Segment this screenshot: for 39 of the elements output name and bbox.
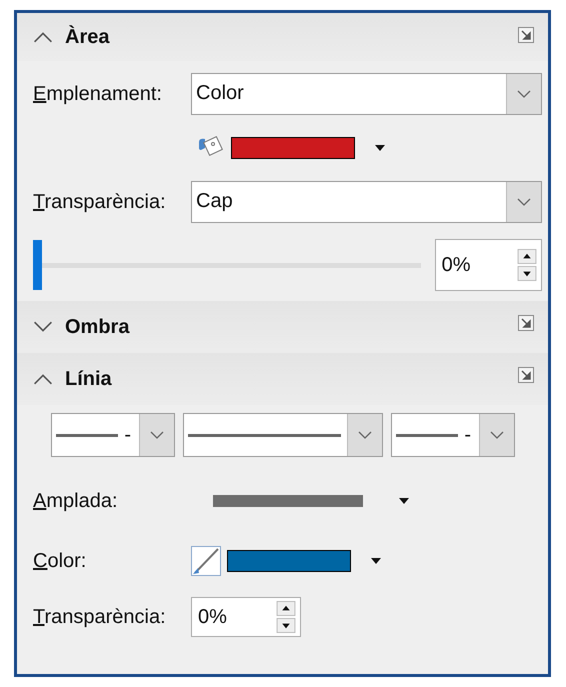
field-label: Emplenament: — [33, 82, 163, 106]
more-options-icon[interactable] — [518, 315, 534, 331]
pen-icon — [191, 546, 221, 576]
transparency-dropdown[interactable]: Cap — [191, 181, 542, 223]
fill-dropdown[interactable]: Color — [191, 73, 542, 115]
spin-field[interactable]: 0% — [191, 597, 301, 637]
chevron-down-icon — [517, 198, 531, 206]
spin-field[interactable]: 0% — [434, 239, 542, 291]
chevron-down-icon — [150, 431, 164, 439]
dropdown-arrow-icon[interactable] — [371, 558, 381, 564]
color-swatch[interactable] — [231, 137, 355, 159]
line-preview-icon — [188, 434, 341, 436]
line-style-dropdown[interactable]: - — [391, 413, 515, 457]
section-header[interactable]: Línia — [17, 353, 548, 405]
chevron-icon — [33, 31, 53, 43]
more-options-icon[interactable] — [518, 367, 534, 383]
chevron-down-icon — [358, 431, 372, 439]
field-label: Transparència: — [33, 190, 167, 214]
line-preview-icon — [56, 434, 118, 436]
dropdown-arrow-icon[interactable] — [375, 145, 385, 151]
dropdown-arrow-icon[interactable] — [399, 498, 409, 504]
section-header[interactable]: Àrea — [17, 13, 548, 61]
more-options-icon[interactable] — [518, 27, 534, 43]
section-title: Àrea — [65, 26, 110, 48]
section-title: Línia — [65, 368, 112, 390]
chevron-down-icon — [517, 90, 531, 98]
chevron-icon — [33, 373, 53, 385]
color-swatch[interactable] — [227, 550, 351, 572]
slider-thumb[interactable] — [33, 240, 42, 290]
line-style-dropdown[interactable] — [183, 413, 383, 457]
line-style-dropdown[interactable]: - — [51, 413, 175, 457]
field-label: Color: — [33, 550, 88, 572]
chevron-down-icon — [490, 431, 504, 439]
chevron-icon — [33, 321, 53, 333]
line-preview-icon — [396, 434, 458, 436]
field-label: Amplada: — [33, 490, 118, 512]
field-label: Transparència: — [33, 606, 167, 628]
section-title: Ombra — [65, 316, 130, 338]
section-header[interactable]: Ombra — [17, 301, 548, 353]
